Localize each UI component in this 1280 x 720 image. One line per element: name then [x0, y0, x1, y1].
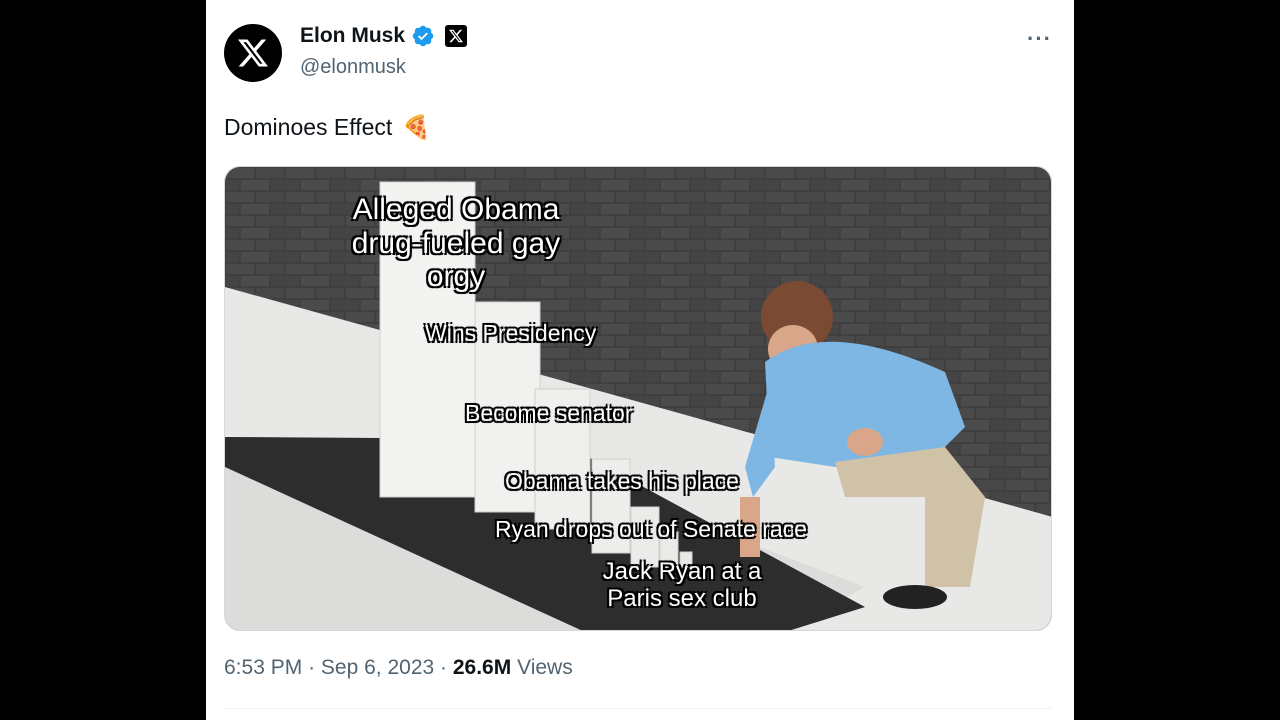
x-logo-icon: [238, 39, 268, 67]
author-handle[interactable]: @elonmusk: [300, 56, 406, 79]
tweet-text-content: Dominoes Effect: [224, 114, 393, 140]
meme-label-ryan-drops: Ryan drops out of Senate race: [495, 516, 807, 542]
avatar[interactable]: [224, 24, 282, 82]
meme-label-senator: Become senator: [465, 400, 633, 426]
views-label: Views: [517, 656, 573, 679]
tweet-metadata: 6:53 PM · Sep 6, 2023 · 26.6M Views: [224, 656, 573, 680]
tweet-card: Elon Musk @elonmusk ··· Dominoes Effect …: [206, 0, 1074, 720]
views-count[interactable]: 26.6M: [453, 656, 511, 679]
x-logo-small-icon: [449, 29, 464, 43]
separator: ·: [308, 656, 316, 679]
author-name-row: Elon Musk: [300, 24, 468, 48]
verified-badge-icon: [412, 25, 434, 47]
meme-label-obama-place: Obama takes his place: [505, 468, 739, 494]
meme-label-orgy: Alleged Obama drug-fueled gay orgy: [351, 193, 561, 294]
pizza-emoji-icon: 🍕: [402, 114, 431, 140]
tweet-text: Dominoes Effect 🍕: [224, 114, 431, 141]
divider: [224, 708, 1052, 709]
affiliation-x-icon[interactable]: [445, 25, 468, 47]
tweet-media-image[interactable]: Alleged Obama drug-fueled gay orgy Wins …: [224, 166, 1052, 631]
tweet-date[interactable]: Sep 6, 2023: [321, 656, 434, 679]
display-name[interactable]: Elon Musk: [300, 24, 405, 48]
tweet-time[interactable]: 6:53 PM: [224, 656, 302, 679]
meme-label-paris-club: Jack Ryan at a Paris sex club: [602, 558, 762, 612]
separator: ·: [440, 656, 448, 679]
meme-label-presidency: Wins Presidency: [425, 320, 597, 346]
more-options-button[interactable]: ···: [1027, 26, 1052, 52]
